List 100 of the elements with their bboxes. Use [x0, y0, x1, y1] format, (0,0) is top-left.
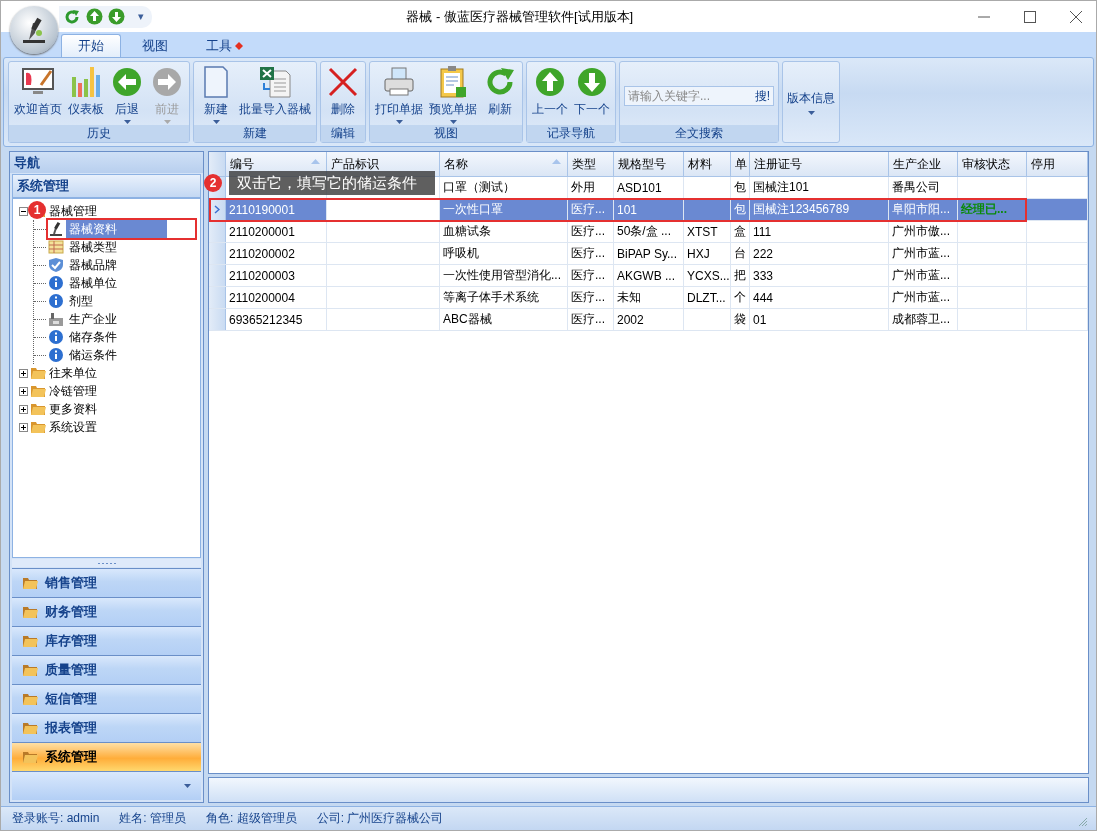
row-header[interactable] — [209, 221, 226, 242]
table-row[interactable]: 2110200002 呼吸机 医疗... BiPAP Sy... HXJ 台 222 广州市蓝... — [209, 243, 1088, 265]
expander-icon[interactable] — [19, 206, 28, 216]
search-button[interactable]: 搜! — [751, 87, 773, 105]
expander-icon[interactable] — [19, 386, 28, 396]
column-header[interactable]: 注册证号 — [750, 152, 889, 176]
nav-group-button[interactable]: 报表管理 — [12, 713, 201, 742]
tree-item[interactable]: 器械单位 — [66, 273, 120, 293]
column-header[interactable]: 单 — [731, 152, 750, 176]
search-field[interactable]: 请输入关键字... 搜! — [624, 86, 774, 106]
table-row[interactable]: 2110200001 血糖试条 医疗... 50条/盒 ... XTST 盒 111 广州市傲... — [209, 221, 1088, 243]
status-text: 角色: 超级管理员 — [206, 810, 297, 827]
column-header[interactable]: 材料 — [684, 152, 731, 176]
table-cell: 未知 — [614, 287, 684, 308]
nav-group-button[interactable]: 财务管理 — [12, 597, 201, 626]
table-row[interactable]: 2110200003 一次性使用管型消化... 医疗... AKGWB ... YCXS... 把 333 广州市蓝... — [209, 265, 1088, 287]
tree-item[interactable]: 更多资料 — [49, 400, 97, 418]
tree-item[interactable]: 冷链管理 — [49, 382, 97, 400]
table-cell: 把 — [731, 265, 750, 286]
table-cell: 血糖试条 — [440, 221, 568, 242]
tree-item[interactable]: 器械品牌 — [66, 255, 120, 275]
nav-title: 导航 — [10, 152, 203, 173]
info-icon — [48, 293, 64, 309]
nav-group-button[interactable]: 短信管理 — [12, 684, 201, 713]
grid-icon — [48, 239, 64, 255]
refresh-icon[interactable] — [63, 7, 81, 26]
nav-group-button[interactable]: 销售管理 — [12, 568, 201, 597]
table-cell: 医疗... — [568, 287, 614, 308]
sort-arrow-icon — [311, 159, 320, 164]
table-cell: 2002 — [614, 309, 684, 330]
group-label: 新建 — [194, 125, 316, 142]
column-header[interactable]: 停用 — [1027, 152, 1088, 176]
tree-item[interactable]: 储存条件 — [66, 327, 120, 347]
nav-group-button[interactable]: 系统管理 — [12, 742, 201, 771]
table-cell: 广州市蓝... — [889, 287, 958, 308]
tree-item[interactable]: 储运条件 — [66, 345, 120, 365]
table-cell: 呼吸机 — [440, 243, 568, 264]
step-badge: 2 — [204, 174, 222, 192]
ribbon-button[interactable]: 仪表板 — [65, 62, 107, 125]
table-cell: 69365212345 — [226, 309, 327, 330]
ribbon-button[interactable]: 欢迎首页 — [11, 62, 65, 125]
group-label: 历史 — [9, 125, 189, 142]
ribbon-button[interactable]: 打印单据 — [372, 62, 426, 125]
table-row[interactable]: 69365212345 ABC器械 医疗... 2002 袋 01 成都蓉卫... — [209, 309, 1088, 331]
ribbon-button[interactable]: 后退 — [107, 62, 147, 125]
app-logo-icon[interactable] — [10, 6, 58, 54]
column-header[interactable]: 生产企业 — [889, 152, 958, 176]
ribbon-tab[interactable]: 开始 — [61, 34, 121, 57]
section-header: 系统管理 — [12, 174, 201, 198]
table-cell: 一次性口罩 — [440, 199, 568, 220]
expander-icon[interactable] — [19, 404, 28, 414]
status-text: 公司: 广州医疗器械公司 — [316, 810, 444, 827]
ribbon-tab[interactable]: 视图 — [125, 34, 185, 57]
splitter-handle[interactable] — [12, 559, 201, 567]
expander-icon[interactable] — [19, 368, 28, 378]
group-label: 编辑 — [321, 125, 365, 142]
table-cell: 444 — [750, 287, 889, 308]
ribbon-button[interactable]: 上一个 — [529, 62, 571, 125]
table-cell: 50条/盒 ... — [614, 221, 684, 242]
ribbon-button[interactable]: 刷新 — [480, 62, 520, 125]
tree-item[interactable]: 生产企业 — [66, 309, 120, 329]
column-header[interactable]: 名称 — [440, 152, 568, 176]
folder-icon — [30, 384, 47, 398]
ribbon-button[interactable]: 预览单据 — [426, 62, 480, 125]
column-header[interactable]: 类型 — [568, 152, 614, 176]
table-cell: 101 — [614, 199, 684, 220]
table-cell: 广州市蓝... — [889, 243, 958, 264]
ribbon-button[interactable]: 下一个 — [571, 62, 613, 125]
table-row[interactable]: 2110200004 等离子体手术系统 医疗... 未知 DLZT... 个 444 广州市蓝... — [209, 287, 1088, 309]
microscope-icon — [48, 221, 64, 237]
caret-icon — [807, 110, 815, 115]
table-cell: 成都蓉卫... — [889, 309, 958, 330]
close-icon[interactable] — [1070, 10, 1082, 23]
info-icon — [48, 275, 64, 291]
table-cell: 国械注123456789 — [750, 199, 889, 220]
expander-icon[interactable] — [19, 422, 28, 432]
table-cell: 番禺公司 — [889, 177, 958, 198]
column-header[interactable]: 审核状态 — [958, 152, 1027, 176]
ribbon-tab[interactable]: 工具 — [189, 34, 260, 57]
nav-group-button[interactable]: 库存管理 — [12, 626, 201, 655]
tree-item[interactable]: 往来单位 — [49, 364, 97, 382]
resize-grip-icon[interactable] — [1078, 817, 1088, 827]
ribbon-button[interactable]: 新建 — [196, 62, 236, 125]
caret-icon[interactable] — [184, 784, 191, 788]
tree-item[interactable]: 剂型 — [66, 291, 96, 311]
table-cell: 2110200004 — [226, 287, 327, 308]
tree-item[interactable]: 器械类型 — [66, 237, 120, 257]
maximize-icon[interactable] — [1024, 10, 1036, 23]
table-cell: 包 — [731, 177, 750, 198]
tree-item[interactable]: 系统设置 — [49, 418, 97, 436]
step-badge: 1 — [28, 201, 46, 219]
ribbon-button[interactable]: 删除 — [323, 62, 363, 125]
customize-menu[interactable]: ▾ — [138, 10, 144, 23]
version-info-button[interactable]: 版本信息 — [782, 61, 840, 143]
nav-group-button[interactable]: 质量管理 — [12, 655, 201, 684]
tooltip: 双击它，填写它的储运条件 — [229, 171, 435, 195]
ribbon-button[interactable]: 批量导入器械 — [236, 62, 314, 125]
column-header[interactable]: 规格型号 — [614, 152, 684, 176]
folder-icon — [22, 750, 39, 764]
tree-item[interactable]: 器械管理 — [49, 202, 97, 220]
